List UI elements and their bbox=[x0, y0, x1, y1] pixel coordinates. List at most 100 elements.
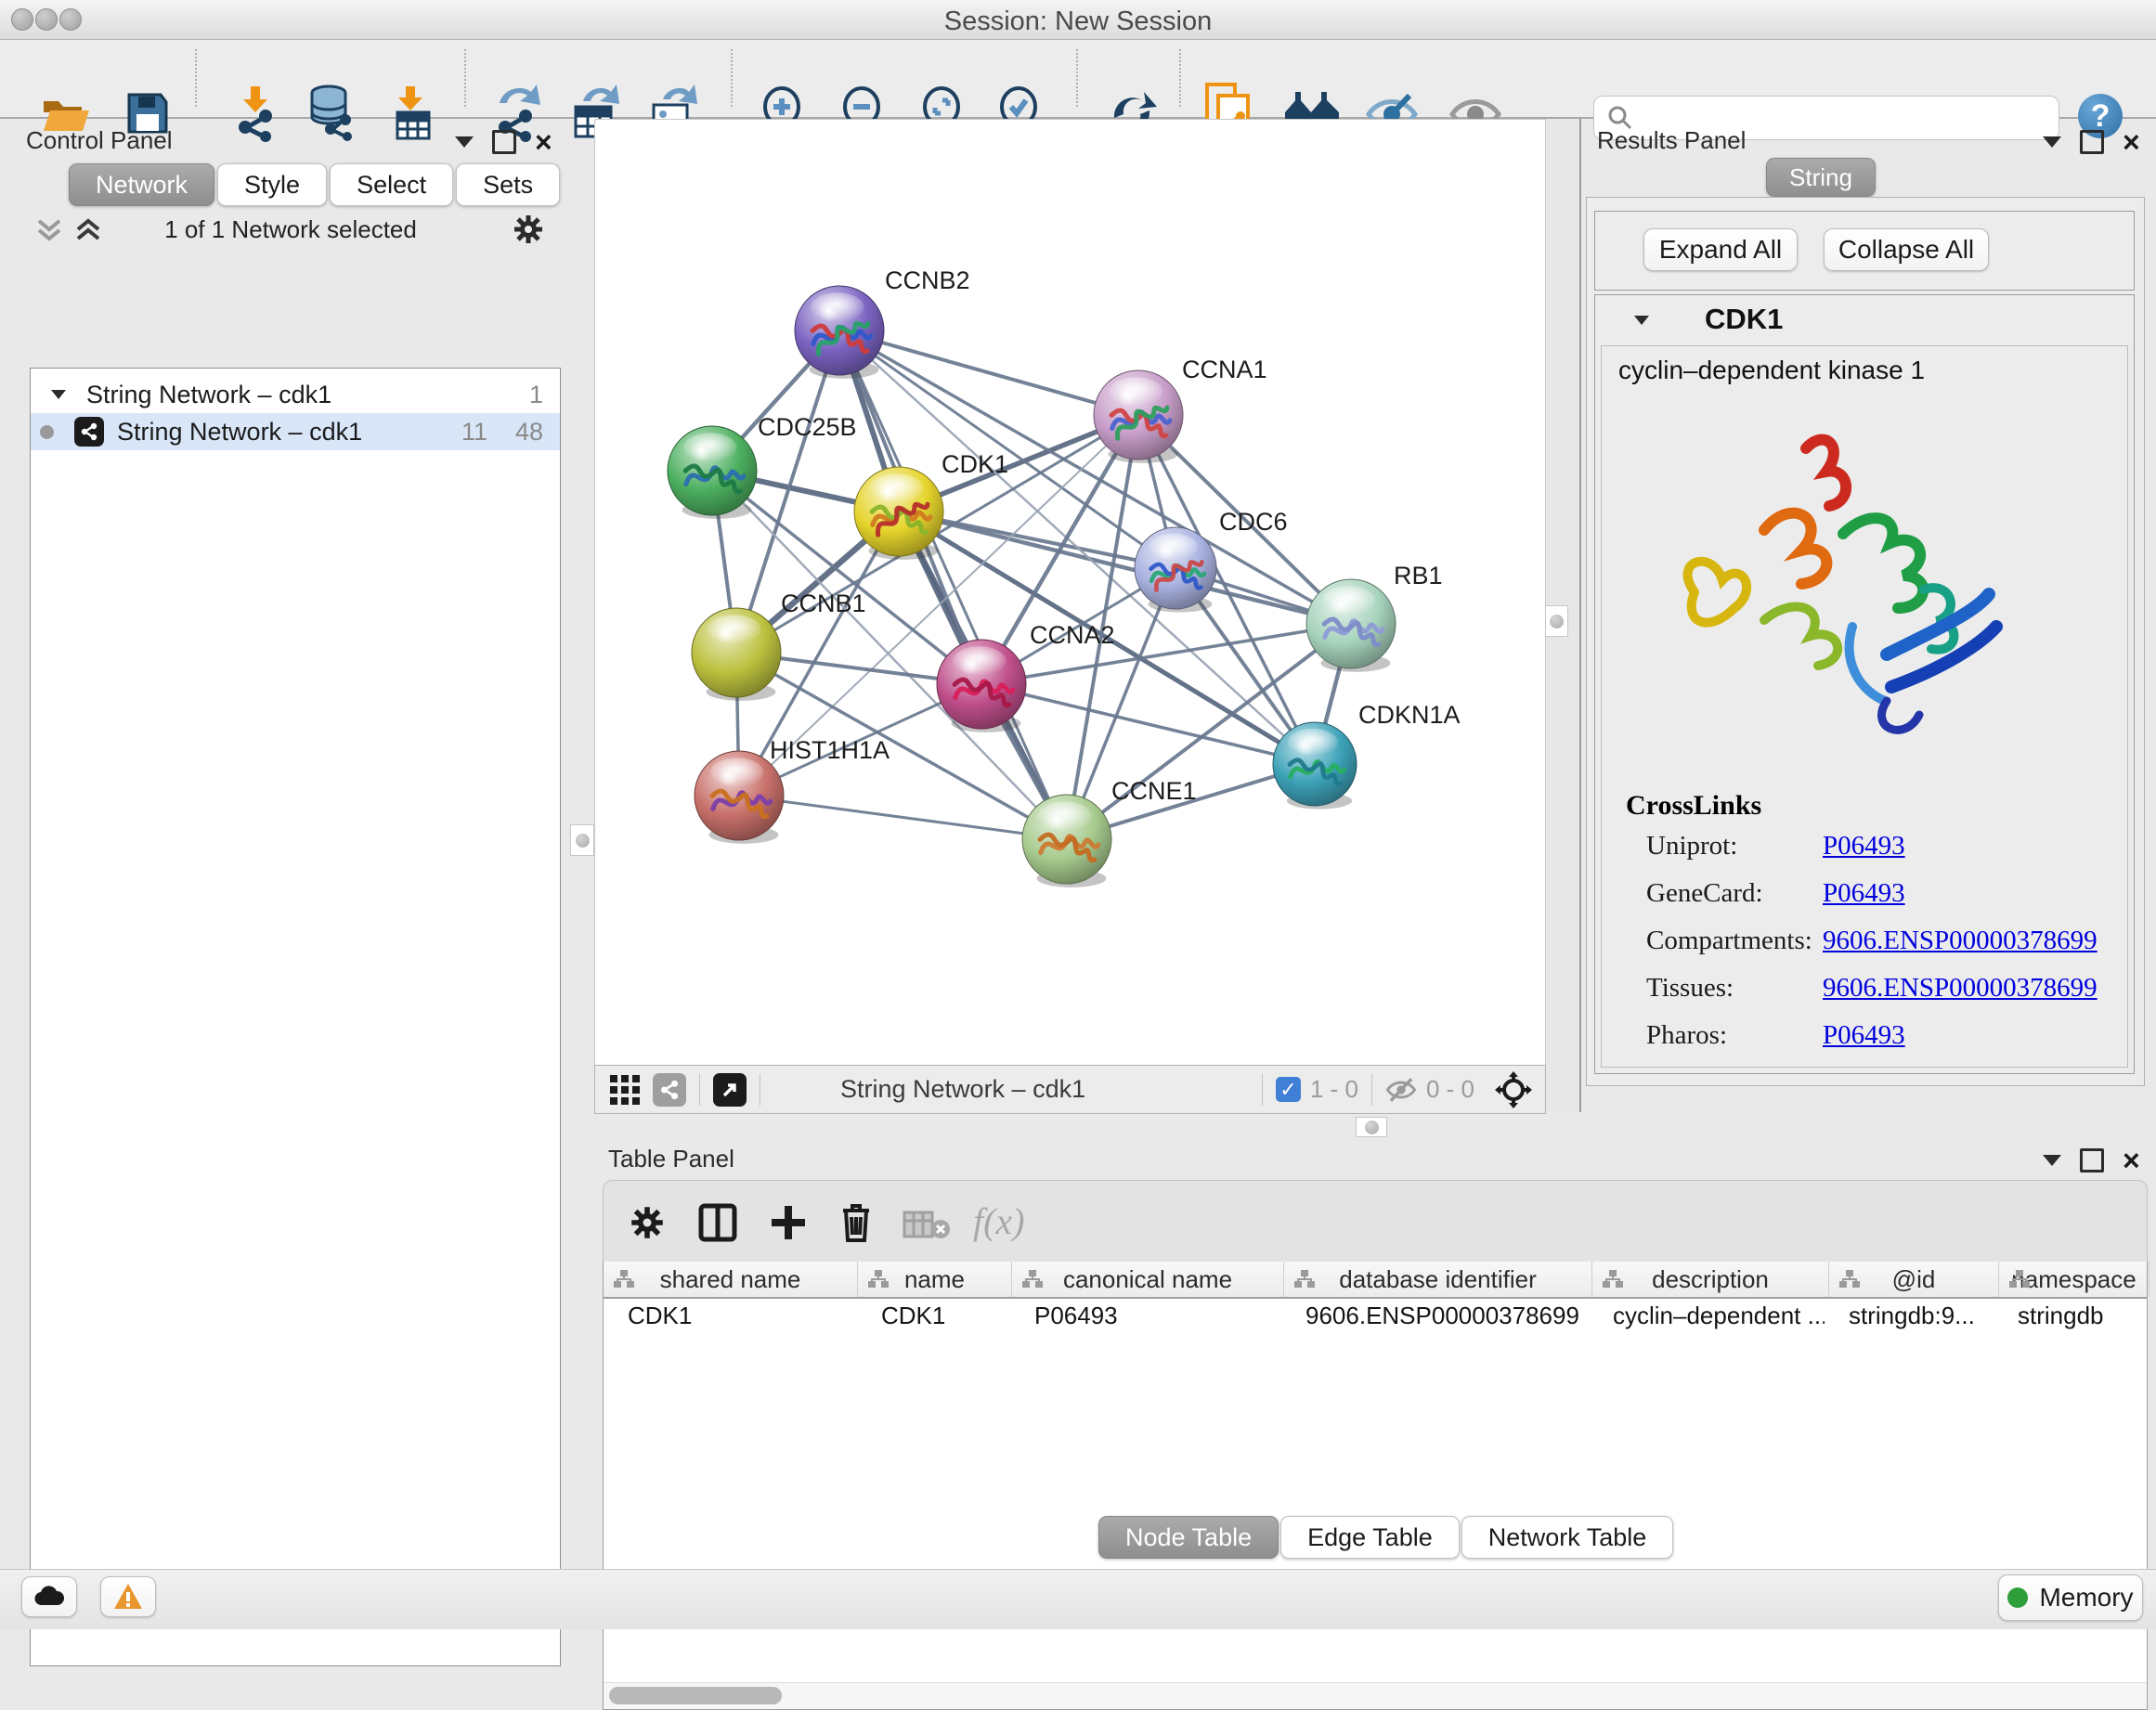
tab-sets[interactable]: Sets bbox=[456, 163, 560, 206]
cell-canonicalname[interactable]: P06493 bbox=[1010, 1302, 1281, 1330]
crosslink-row: GeneCard:P06493 bbox=[1646, 878, 2111, 909]
table-row[interactable]: CDK1CDK1P064939606.ENSP00000378699cyclin… bbox=[604, 1299, 2147, 1332]
node-ccna1[interactable]: CCNA1 bbox=[1094, 356, 1267, 463]
cloud-icon bbox=[33, 1585, 65, 1607]
node-cdc25b[interactable]: CDC25B bbox=[668, 413, 857, 519]
column-header-name[interactable]: name bbox=[858, 1262, 1012, 1297]
right-divider-handle[interactable] bbox=[1544, 605, 1568, 637]
column-type-icon bbox=[1838, 1269, 1861, 1289]
node-ccnb1[interactable]: CCNB1 bbox=[692, 589, 866, 701]
panel-close-icon[interactable]: × bbox=[2123, 133, 2140, 151]
toolbar-separator bbox=[464, 49, 466, 107]
tab-edge-table[interactable]: Edge Table bbox=[1280, 1516, 1460, 1559]
node-hist1h1a[interactable]: HIST1H1A bbox=[695, 736, 890, 844]
crosslink-row: Pharos:P06493 bbox=[1646, 1020, 2111, 1051]
tab-network[interactable]: Network bbox=[69, 163, 214, 206]
column-header-sharedname[interactable]: shared name bbox=[604, 1262, 858, 1297]
crosslink-value-link[interactable]: P06493 bbox=[1823, 878, 1905, 909]
left-divider-handle[interactable] bbox=[570, 824, 594, 856]
edge-count: 48 bbox=[515, 418, 543, 447]
expand-all-button[interactable]: Expand All bbox=[1643, 228, 1798, 271]
crosslinks-list: Uniprot:P06493GeneCard:P06493Compartment… bbox=[1646, 831, 2111, 1068]
panel-close-icon[interactable]: × bbox=[535, 133, 552, 151]
gear-icon[interactable] bbox=[513, 214, 544, 245]
current-network-dot-icon bbox=[40, 425, 54, 439]
node-label-ccna2: CCNA2 bbox=[1030, 621, 1115, 649]
cell-databaseidentifier[interactable]: 9606.ENSP00000378699 bbox=[1281, 1302, 1589, 1330]
delete-column-icon[interactable] bbox=[838, 1201, 875, 1244]
cell-namespace[interactable]: stringdb bbox=[1994, 1302, 2143, 1330]
network-badge-share-icon[interactable] bbox=[653, 1073, 686, 1107]
toolbar-separator bbox=[195, 49, 197, 107]
warning-button[interactable] bbox=[100, 1576, 156, 1617]
tab-select[interactable]: Select bbox=[330, 163, 453, 206]
column-header-namespace[interactable]: namespace bbox=[1999, 1262, 2150, 1297]
show-columns-icon[interactable] bbox=[698, 1203, 737, 1242]
network-graph[interactable]: CCNB2CCNA1CDC25BCDK1CDC6RB1CCNB1CCNA2CDK… bbox=[595, 120, 1545, 1066]
grid-view-icon[interactable] bbox=[608, 1073, 642, 1107]
memory-button[interactable]: Memory bbox=[1998, 1574, 2143, 1621]
column-type-icon bbox=[2008, 1269, 2031, 1289]
network-collection-row[interactable]: String Network – cdk1 1 bbox=[31, 376, 560, 413]
bottom-divider-handle[interactable] bbox=[1356, 1117, 1387, 1137]
panel-collapse-icon[interactable] bbox=[455, 136, 474, 148]
collapse-all-button[interactable]: Collapse All bbox=[1824, 228, 1989, 271]
node-cdkn1a[interactable]: CDKN1A bbox=[1273, 701, 1461, 810]
crosslink-value-link[interactable]: P06493 bbox=[1823, 1020, 1905, 1051]
section-collapse-icon[interactable] bbox=[1634, 316, 1649, 325]
tab-network-table[interactable]: Network Table bbox=[1461, 1516, 1674, 1559]
panel-float-icon[interactable] bbox=[2080, 130, 2104, 154]
cell-description[interactable]: cyclin–dependent ... bbox=[1589, 1302, 1825, 1330]
crosslink-value-link[interactable]: 9606.ENSP00000378699 bbox=[1823, 926, 2098, 956]
footer-separator bbox=[699, 1074, 700, 1106]
cloud-button[interactable] bbox=[21, 1576, 77, 1617]
title-bar: Session: New Session bbox=[0, 0, 2156, 40]
toolbar-separator bbox=[731, 49, 733, 107]
scrollbar-thumb[interactable] bbox=[609, 1687, 782, 1704]
tab-node-table[interactable]: Node Table bbox=[1098, 1516, 1279, 1559]
detach-view-icon[interactable] bbox=[713, 1073, 747, 1107]
network-row-selected[interactable]: String Network – cdk1 11 48 bbox=[31, 413, 560, 450]
tab-style[interactable]: Style bbox=[217, 163, 327, 206]
column-header-databaseidentifier[interactable]: database identifier bbox=[1284, 1262, 1592, 1297]
table-gear-icon[interactable] bbox=[630, 1205, 665, 1240]
control-panel: Control Panel × NetworkStyleSelectSets 1… bbox=[7, 119, 557, 1548]
node-table: shared namenamecanonical namedatabase id… bbox=[603, 1262, 2148, 1710]
hidden-count: 0 - 0 bbox=[1426, 1075, 1474, 1104]
node-ccne1[interactable]: CCNE1 bbox=[1022, 777, 1197, 887]
add-column-icon[interactable] bbox=[769, 1203, 808, 1242]
panel-float-icon[interactable] bbox=[492, 130, 516, 154]
column-type-icon bbox=[1021, 1269, 1044, 1289]
network-tree: String Network – cdk1 1 String Network –… bbox=[30, 368, 561, 1666]
panel-float-icon[interactable] bbox=[2080, 1148, 2104, 1172]
crosslinks-title: CrossLinks bbox=[1626, 790, 1761, 822]
panel-collapse-icon[interactable] bbox=[2043, 136, 2061, 148]
panel-close-icon[interactable]: × bbox=[2123, 1151, 2140, 1170]
cell-id[interactable]: stringdb:9... bbox=[1825, 1302, 1994, 1330]
column-header-description[interactable]: description bbox=[1592, 1262, 1829, 1297]
delete-table-icon bbox=[903, 1209, 951, 1240]
protein-description: cyclin–dependent kinase 1 bbox=[1618, 356, 1925, 385]
node-label-rb1: RB1 bbox=[1394, 562, 1443, 589]
birds-eye-crosshair-icon[interactable] bbox=[1495, 1071, 1532, 1108]
tree-expanded-icon[interactable] bbox=[51, 390, 66, 399]
crosslink-value-link[interactable]: P06493 bbox=[1823, 831, 1905, 861]
table-panel-title: Table Panel bbox=[608, 1145, 734, 1173]
tab-string[interactable]: String bbox=[1766, 158, 1876, 197]
crosslink-value-link[interactable]: 9606.ENSP00000378699 bbox=[1823, 973, 2098, 1004]
network-canvas[interactable]: CCNB2CCNA1CDC25BCDK1CDC6RB1CCNB1CCNA2CDK… bbox=[594, 119, 1546, 1067]
results-panel-title: Results Panel bbox=[1597, 126, 1746, 155]
crosslink-label: Pharos: bbox=[1646, 1020, 1823, 1051]
memory-status-dot bbox=[2007, 1587, 2028, 1608]
cell-sharedname[interactable]: CDK1 bbox=[604, 1302, 857, 1330]
horizontal-scrollbar[interactable] bbox=[604, 1682, 2147, 1709]
panel-collapse-icon[interactable] bbox=[2043, 1155, 2061, 1166]
crosslink-row: Compartments:9606.ENSP00000378699 bbox=[1646, 926, 2111, 956]
edge-ccne1-hist1h1a[interactable] bbox=[739, 796, 1067, 839]
node-rb1[interactable]: RB1 bbox=[1306, 562, 1443, 672]
selected-checkbox-icon[interactable]: ✓ bbox=[1276, 1077, 1301, 1102]
column-header-id[interactable]: @id bbox=[1829, 1262, 1999, 1297]
memory-label: Memory bbox=[2039, 1583, 2133, 1613]
column-header-canonicalname[interactable]: canonical name bbox=[1012, 1262, 1284, 1297]
cell-name[interactable]: CDK1 bbox=[857, 1302, 1010, 1330]
